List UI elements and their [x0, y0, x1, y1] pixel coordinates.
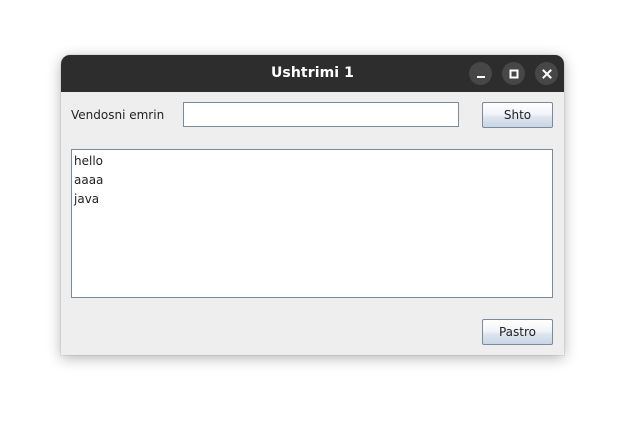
close-icon [541, 68, 552, 79]
maximize-button[interactable] [502, 62, 525, 85]
maximize-icon [509, 69, 518, 78]
name-label: Vendosni emrin [71, 108, 165, 122]
list-item[interactable]: java [73, 190, 551, 209]
close-button[interactable] [535, 62, 558, 85]
name-input[interactable] [183, 102, 459, 127]
minimize-icon [476, 75, 485, 78]
names-list[interactable]: hello aaaa java [71, 149, 553, 298]
add-button[interactable]: Shto [482, 102, 553, 128]
minimize-button[interactable] [469, 62, 492, 85]
list-item[interactable]: aaaa [73, 171, 551, 190]
title-bar[interactable]: Ushtrimi 1 [61, 55, 564, 92]
list-item[interactable]: hello [73, 152, 551, 171]
app-window: Ushtrimi 1 Vendosni emrin Shto hello aaa… [61, 55, 564, 355]
clear-button[interactable]: Pastro [482, 319, 553, 345]
